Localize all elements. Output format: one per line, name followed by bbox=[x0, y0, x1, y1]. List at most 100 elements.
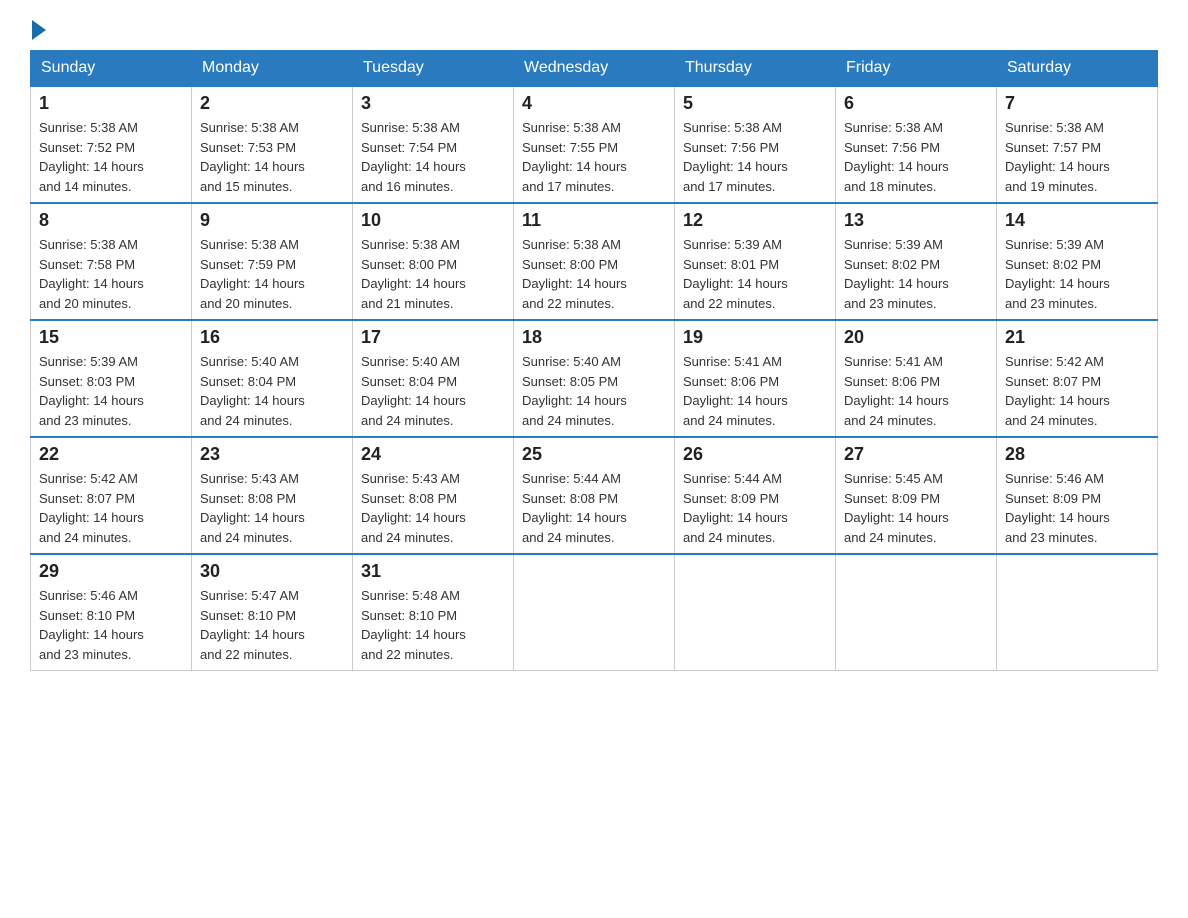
day-info: Sunrise: 5:46 AMSunset: 8:10 PMDaylight:… bbox=[39, 588, 144, 662]
calendar-week-1: 1 Sunrise: 5:38 AMSunset: 7:52 PMDayligh… bbox=[31, 86, 1158, 203]
calendar-week-4: 22 Sunrise: 5:42 AMSunset: 8:07 PMDaylig… bbox=[31, 437, 1158, 554]
day-info: Sunrise: 5:38 AMSunset: 7:58 PMDaylight:… bbox=[39, 237, 144, 311]
calendar-cell bbox=[514, 554, 675, 671]
day-number: 17 bbox=[361, 327, 505, 348]
day-number: 7 bbox=[1005, 93, 1149, 114]
calendar-cell bbox=[675, 554, 836, 671]
weekday-header-row: SundayMondayTuesdayWednesdayThursdayFrid… bbox=[31, 51, 1158, 87]
calendar-cell: 21 Sunrise: 5:42 AMSunset: 8:07 PMDaylig… bbox=[997, 320, 1158, 437]
day-info: Sunrise: 5:46 AMSunset: 8:09 PMDaylight:… bbox=[1005, 471, 1110, 545]
day-info: Sunrise: 5:38 AMSunset: 7:52 PMDaylight:… bbox=[39, 120, 144, 194]
day-number: 9 bbox=[200, 210, 344, 231]
calendar-cell: 14 Sunrise: 5:39 AMSunset: 8:02 PMDaylig… bbox=[997, 203, 1158, 320]
day-number: 2 bbox=[200, 93, 344, 114]
day-info: Sunrise: 5:41 AMSunset: 8:06 PMDaylight:… bbox=[844, 354, 949, 428]
day-number: 20 bbox=[844, 327, 988, 348]
day-number: 14 bbox=[1005, 210, 1149, 231]
day-info: Sunrise: 5:38 AMSunset: 7:56 PMDaylight:… bbox=[844, 120, 949, 194]
day-number: 1 bbox=[39, 93, 183, 114]
weekday-header-thursday: Thursday bbox=[675, 51, 836, 87]
day-info: Sunrise: 5:39 AMSunset: 8:02 PMDaylight:… bbox=[1005, 237, 1110, 311]
day-number: 13 bbox=[844, 210, 988, 231]
calendar-cell: 8 Sunrise: 5:38 AMSunset: 7:58 PMDayligh… bbox=[31, 203, 192, 320]
day-number: 12 bbox=[683, 210, 827, 231]
day-info: Sunrise: 5:38 AMSunset: 7:53 PMDaylight:… bbox=[200, 120, 305, 194]
calendar-cell: 17 Sunrise: 5:40 AMSunset: 8:04 PMDaylig… bbox=[353, 320, 514, 437]
calendar-cell bbox=[997, 554, 1158, 671]
day-info: Sunrise: 5:38 AMSunset: 7:54 PMDaylight:… bbox=[361, 120, 466, 194]
day-info: Sunrise: 5:39 AMSunset: 8:03 PMDaylight:… bbox=[39, 354, 144, 428]
calendar-cell bbox=[836, 554, 997, 671]
day-info: Sunrise: 5:38 AMSunset: 7:56 PMDaylight:… bbox=[683, 120, 788, 194]
calendar-week-5: 29 Sunrise: 5:46 AMSunset: 8:10 PMDaylig… bbox=[31, 554, 1158, 671]
calendar-cell: 24 Sunrise: 5:43 AMSunset: 8:08 PMDaylig… bbox=[353, 437, 514, 554]
day-number: 26 bbox=[683, 444, 827, 465]
day-number: 18 bbox=[522, 327, 666, 348]
day-number: 21 bbox=[1005, 327, 1149, 348]
weekday-header-monday: Monday bbox=[192, 51, 353, 87]
calendar-week-2: 8 Sunrise: 5:38 AMSunset: 7:58 PMDayligh… bbox=[31, 203, 1158, 320]
logo bbox=[30, 20, 46, 40]
calendar-cell: 26 Sunrise: 5:44 AMSunset: 8:09 PMDaylig… bbox=[675, 437, 836, 554]
calendar-cell: 20 Sunrise: 5:41 AMSunset: 8:06 PMDaylig… bbox=[836, 320, 997, 437]
logo-arrow-icon bbox=[32, 20, 46, 40]
calendar-cell: 5 Sunrise: 5:38 AMSunset: 7:56 PMDayligh… bbox=[675, 86, 836, 203]
day-number: 30 bbox=[200, 561, 344, 582]
calendar-cell: 2 Sunrise: 5:38 AMSunset: 7:53 PMDayligh… bbox=[192, 86, 353, 203]
day-info: Sunrise: 5:48 AMSunset: 8:10 PMDaylight:… bbox=[361, 588, 466, 662]
day-number: 28 bbox=[1005, 444, 1149, 465]
calendar-cell: 6 Sunrise: 5:38 AMSunset: 7:56 PMDayligh… bbox=[836, 86, 997, 203]
day-info: Sunrise: 5:47 AMSunset: 8:10 PMDaylight:… bbox=[200, 588, 305, 662]
day-info: Sunrise: 5:42 AMSunset: 8:07 PMDaylight:… bbox=[39, 471, 144, 545]
weekday-header-friday: Friday bbox=[836, 51, 997, 87]
day-info: Sunrise: 5:42 AMSunset: 8:07 PMDaylight:… bbox=[1005, 354, 1110, 428]
day-number: 5 bbox=[683, 93, 827, 114]
weekday-header-sunday: Sunday bbox=[31, 51, 192, 87]
calendar-cell: 31 Sunrise: 5:48 AMSunset: 8:10 PMDaylig… bbox=[353, 554, 514, 671]
day-info: Sunrise: 5:38 AMSunset: 8:00 PMDaylight:… bbox=[522, 237, 627, 311]
day-info: Sunrise: 5:40 AMSunset: 8:05 PMDaylight:… bbox=[522, 354, 627, 428]
calendar-cell: 28 Sunrise: 5:46 AMSunset: 8:09 PMDaylig… bbox=[997, 437, 1158, 554]
day-info: Sunrise: 5:39 AMSunset: 8:02 PMDaylight:… bbox=[844, 237, 949, 311]
day-number: 23 bbox=[200, 444, 344, 465]
calendar-cell: 11 Sunrise: 5:38 AMSunset: 8:00 PMDaylig… bbox=[514, 203, 675, 320]
day-info: Sunrise: 5:41 AMSunset: 8:06 PMDaylight:… bbox=[683, 354, 788, 428]
calendar-cell: 22 Sunrise: 5:42 AMSunset: 8:07 PMDaylig… bbox=[31, 437, 192, 554]
calendar-cell: 15 Sunrise: 5:39 AMSunset: 8:03 PMDaylig… bbox=[31, 320, 192, 437]
calendar-cell: 3 Sunrise: 5:38 AMSunset: 7:54 PMDayligh… bbox=[353, 86, 514, 203]
weekday-header-saturday: Saturday bbox=[997, 51, 1158, 87]
day-number: 11 bbox=[522, 210, 666, 231]
day-info: Sunrise: 5:38 AMSunset: 7:57 PMDaylight:… bbox=[1005, 120, 1110, 194]
day-info: Sunrise: 5:43 AMSunset: 8:08 PMDaylight:… bbox=[361, 471, 466, 545]
day-number: 8 bbox=[39, 210, 183, 231]
calendar-cell: 19 Sunrise: 5:41 AMSunset: 8:06 PMDaylig… bbox=[675, 320, 836, 437]
logo-line2 bbox=[30, 20, 46, 40]
day-info: Sunrise: 5:45 AMSunset: 8:09 PMDaylight:… bbox=[844, 471, 949, 545]
day-number: 31 bbox=[361, 561, 505, 582]
day-number: 4 bbox=[522, 93, 666, 114]
calendar-cell: 27 Sunrise: 5:45 AMSunset: 8:09 PMDaylig… bbox=[836, 437, 997, 554]
day-info: Sunrise: 5:38 AMSunset: 7:55 PMDaylight:… bbox=[522, 120, 627, 194]
page-header bbox=[30, 20, 1158, 40]
day-number: 27 bbox=[844, 444, 988, 465]
calendar-cell: 1 Sunrise: 5:38 AMSunset: 7:52 PMDayligh… bbox=[31, 86, 192, 203]
day-number: 24 bbox=[361, 444, 505, 465]
weekday-header-tuesday: Tuesday bbox=[353, 51, 514, 87]
day-info: Sunrise: 5:44 AMSunset: 8:09 PMDaylight:… bbox=[683, 471, 788, 545]
weekday-header-wednesday: Wednesday bbox=[514, 51, 675, 87]
day-info: Sunrise: 5:40 AMSunset: 8:04 PMDaylight:… bbox=[200, 354, 305, 428]
day-number: 6 bbox=[844, 93, 988, 114]
calendar-table: SundayMondayTuesdayWednesdayThursdayFrid… bbox=[30, 50, 1158, 671]
calendar-week-3: 15 Sunrise: 5:39 AMSunset: 8:03 PMDaylig… bbox=[31, 320, 1158, 437]
calendar-cell: 9 Sunrise: 5:38 AMSunset: 7:59 PMDayligh… bbox=[192, 203, 353, 320]
calendar-cell: 23 Sunrise: 5:43 AMSunset: 8:08 PMDaylig… bbox=[192, 437, 353, 554]
day-number: 16 bbox=[200, 327, 344, 348]
day-info: Sunrise: 5:44 AMSunset: 8:08 PMDaylight:… bbox=[522, 471, 627, 545]
day-number: 19 bbox=[683, 327, 827, 348]
calendar-cell: 13 Sunrise: 5:39 AMSunset: 8:02 PMDaylig… bbox=[836, 203, 997, 320]
calendar-cell: 12 Sunrise: 5:39 AMSunset: 8:01 PMDaylig… bbox=[675, 203, 836, 320]
day-number: 10 bbox=[361, 210, 505, 231]
calendar-cell: 18 Sunrise: 5:40 AMSunset: 8:05 PMDaylig… bbox=[514, 320, 675, 437]
calendar-cell: 10 Sunrise: 5:38 AMSunset: 8:00 PMDaylig… bbox=[353, 203, 514, 320]
calendar-cell: 16 Sunrise: 5:40 AMSunset: 8:04 PMDaylig… bbox=[192, 320, 353, 437]
